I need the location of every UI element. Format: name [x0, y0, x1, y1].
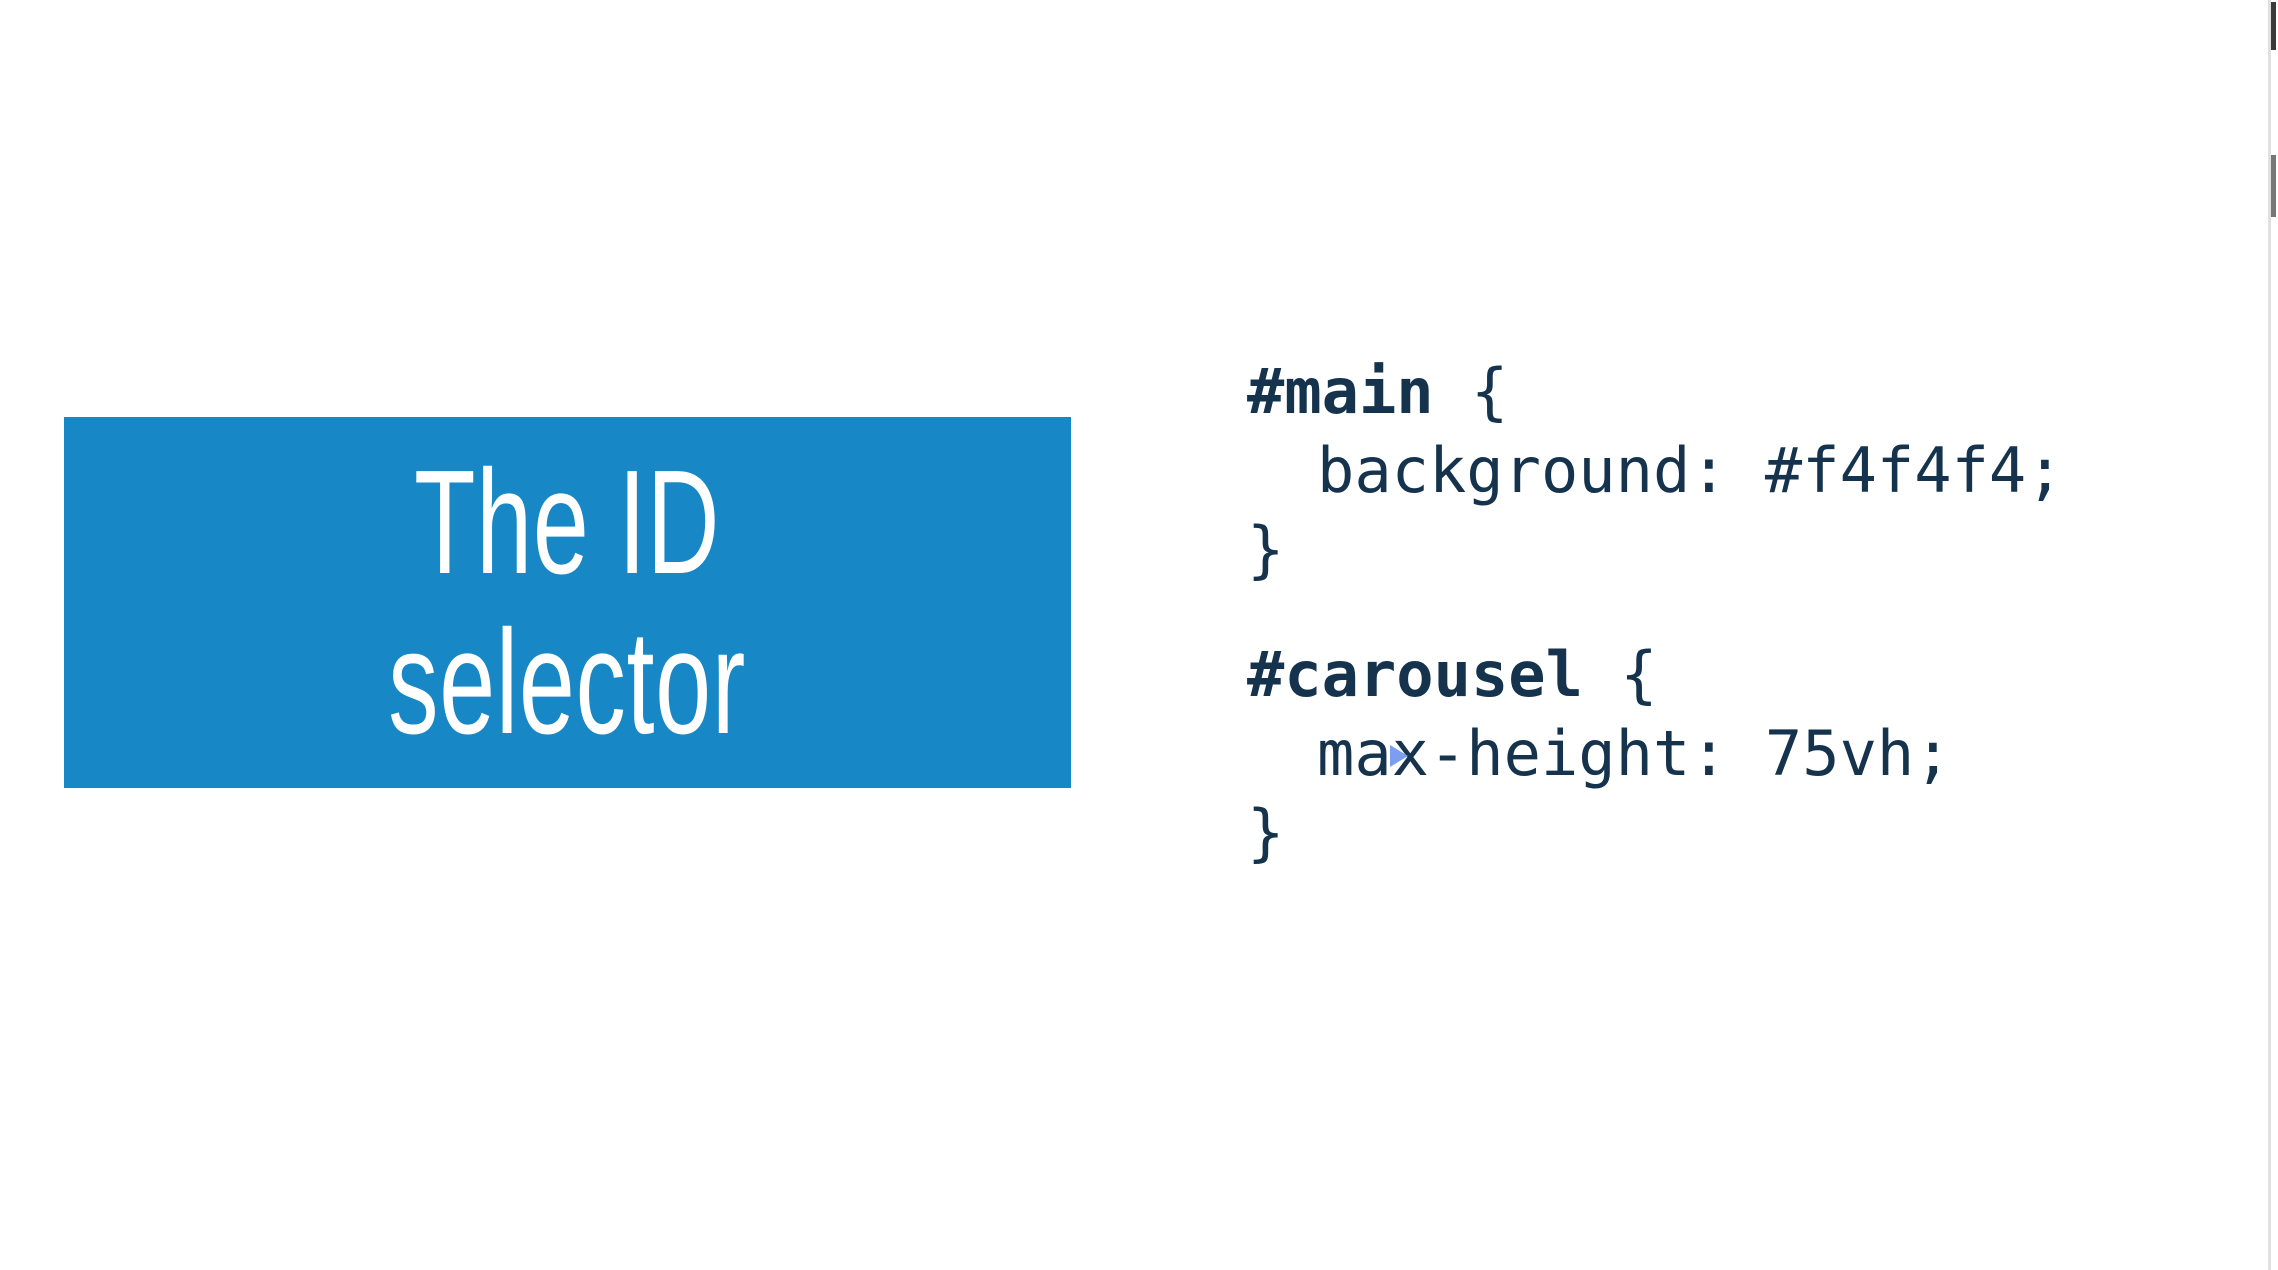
property-background: background: [1317, 434, 1691, 507]
value-max-height: : 75vh;: [1690, 717, 1952, 790]
mouse-cursor-icon: [1390, 745, 1408, 767]
scrollbar-thumb[interactable]: [2271, 2, 2276, 50]
code-sample: #main { background: #f4f4f4; } #carousel…: [1247, 352, 2064, 872]
code-gap: [1247, 510, 2064, 635]
code-line-background: background: #f4f4f4;: [1247, 431, 2064, 510]
property-max-height: max-height: [1317, 717, 1691, 790]
title-box: The ID selector: [64, 417, 1071, 788]
code-line-main-selector: #main {: [1247, 352, 2064, 431]
code-line-carousel-selector: #carousel {: [1247, 635, 2064, 714]
code-line-max-height: max-height: 75vh;: [1247, 714, 2064, 793]
value-background: : #f4f4f4;: [1690, 434, 2064, 507]
slide-title: The ID selector: [388, 439, 747, 765]
close-brace: }: [1247, 796, 1285, 869]
open-brace: {: [1582, 638, 1658, 711]
open-brace: {: [1433, 355, 1509, 428]
title-line-1: The ID: [414, 439, 721, 605]
title-line-2: selector: [388, 599, 747, 765]
selector-main: #main: [1247, 355, 1434, 428]
close-brace: }: [1247, 513, 1285, 586]
scrollbar-marker: [2271, 155, 2276, 217]
selector-carousel: #carousel: [1247, 638, 1583, 711]
code-line-carousel-close: }: [1247, 793, 2064, 872]
slide-canvas: The ID selector #main { background: #f4f…: [0, 0, 2278, 1270]
